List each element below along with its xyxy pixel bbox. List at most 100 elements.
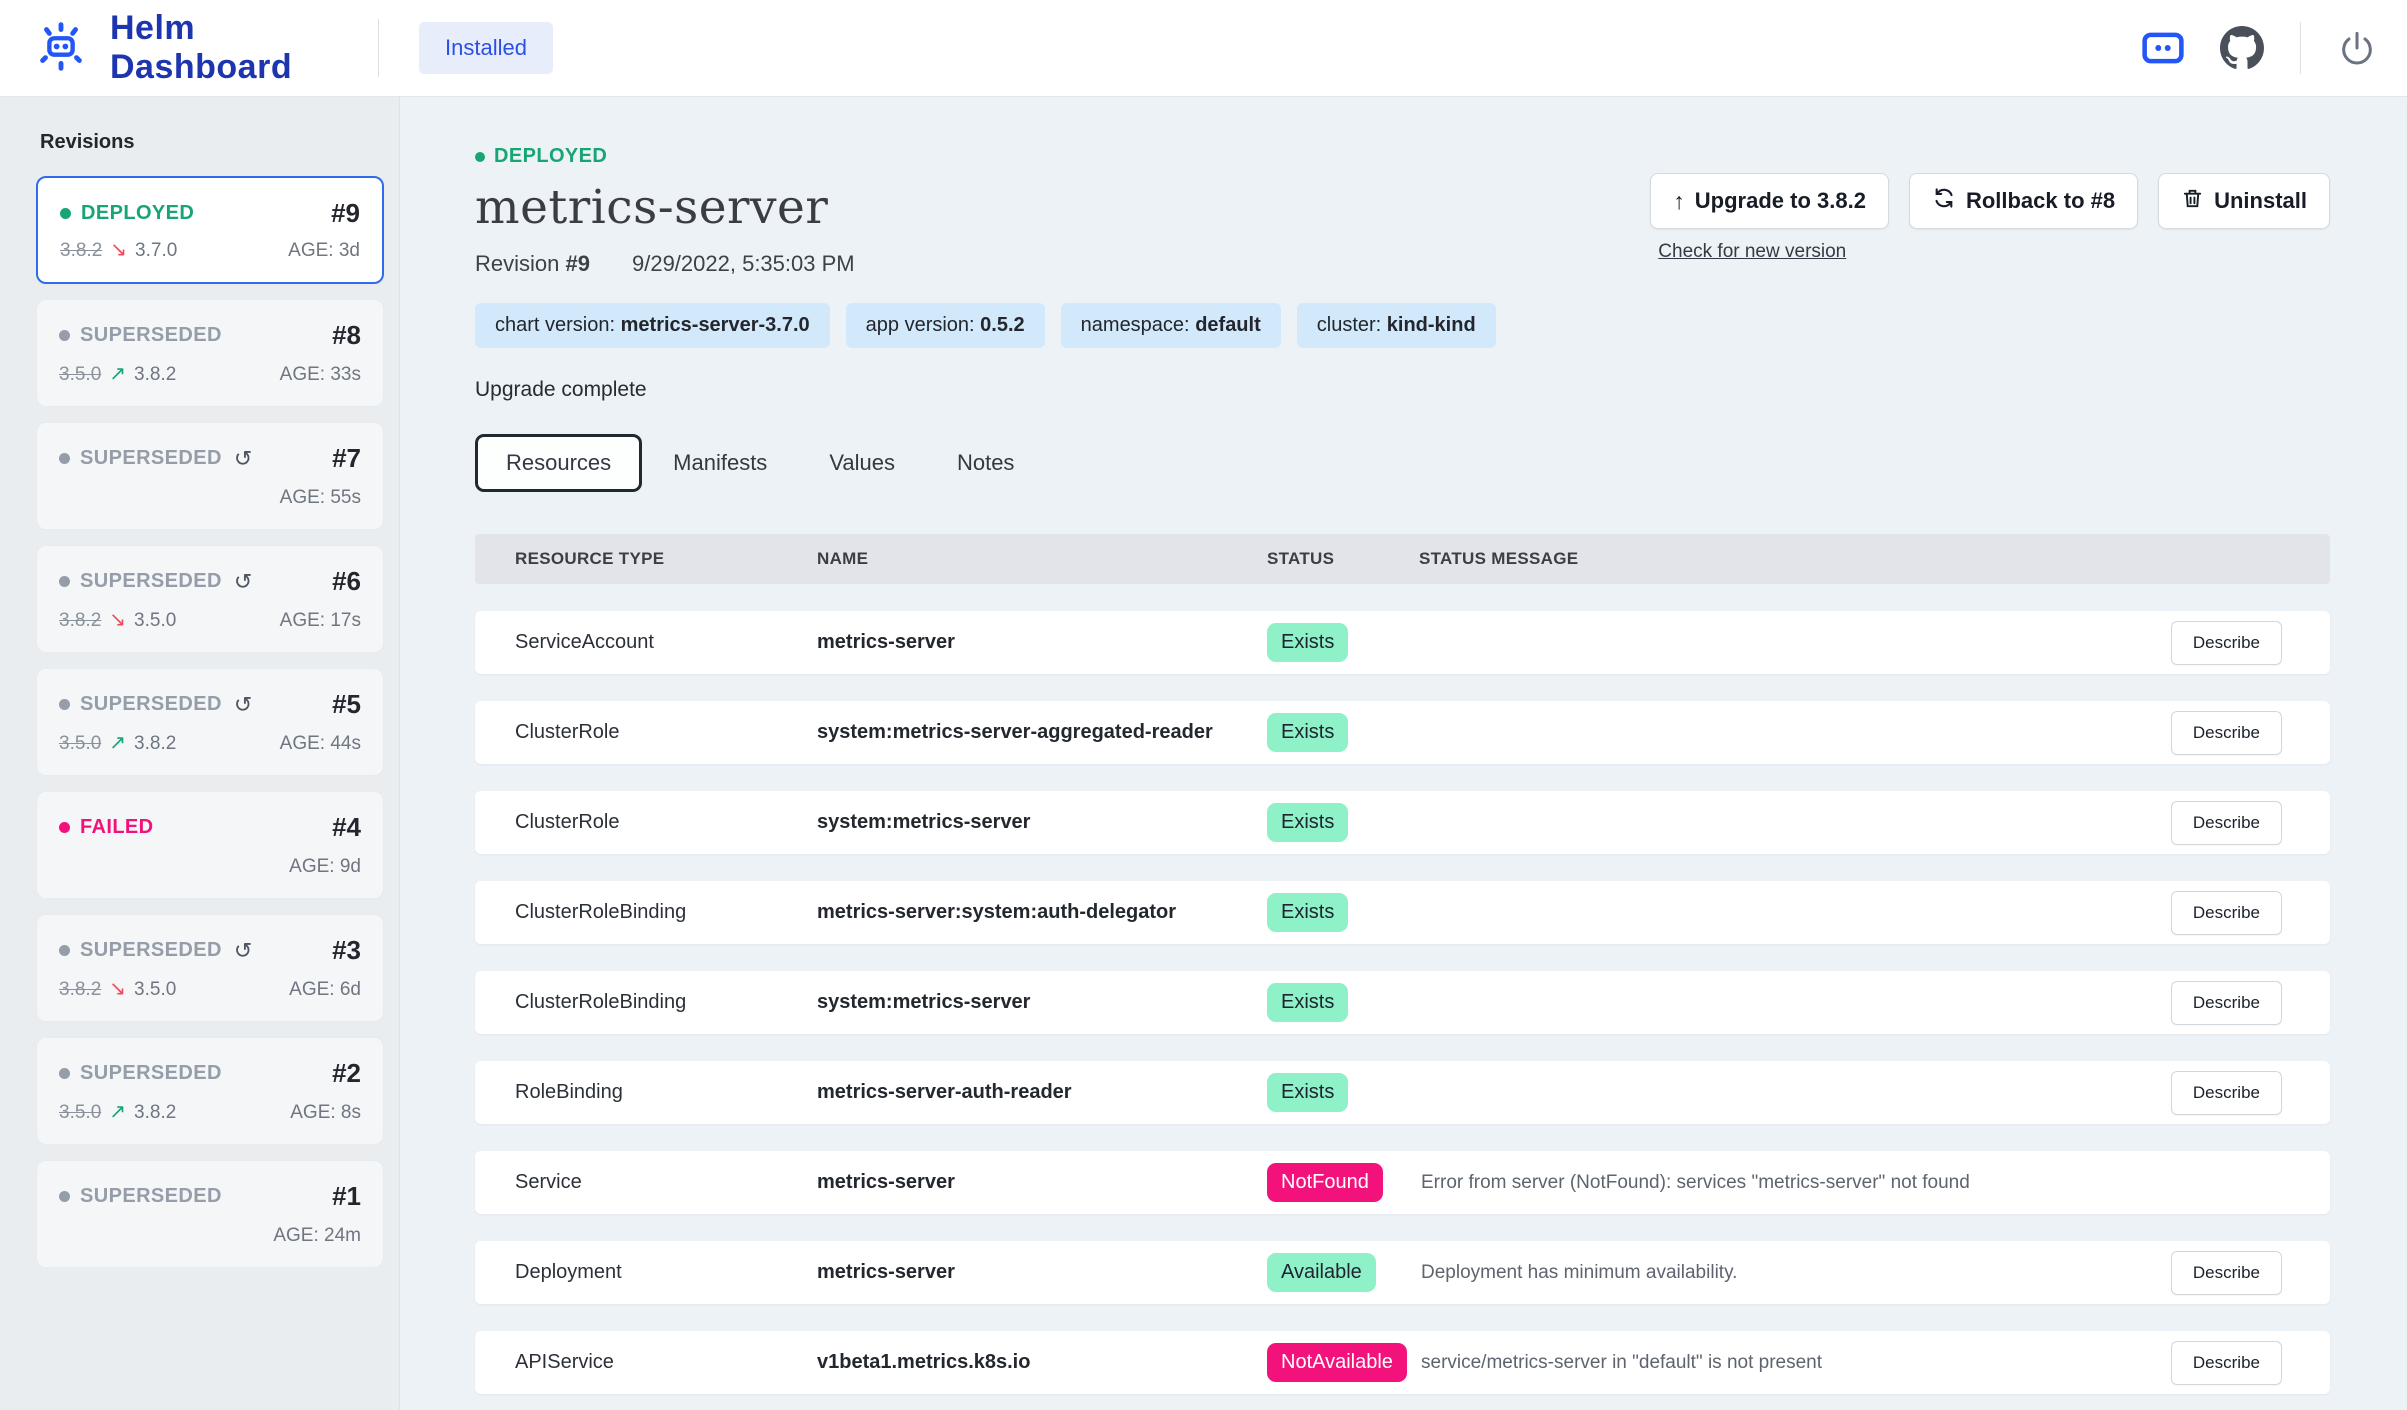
revision-age: AGE: 33s xyxy=(280,364,361,386)
table-row: APIService v1beta1.metrics.k8s.io NotAva… xyxy=(475,1331,2330,1394)
revision-card[interactable]: SUPERSEDED ↺ #6 3.8.2 ↘ 3.5.0 AGE: 17s xyxy=(36,545,384,653)
resource-type-cell: Service xyxy=(515,1171,817,1194)
version-arrow-icon: ↗ xyxy=(109,730,126,755)
header-divider xyxy=(2300,22,2301,74)
status-message-cell: service/metrics-server in "default" is n… xyxy=(1419,1352,2162,1374)
release-date: 9/29/2022, 5:35:03 PM xyxy=(632,251,855,277)
new-version: 3.5.0 xyxy=(134,979,176,1001)
describe-button[interactable]: Describe xyxy=(2171,711,2282,755)
meta-chip: namespace: default xyxy=(1061,303,1281,348)
resource-type-cell: ServiceAccount xyxy=(515,631,817,654)
table-row: RoleBinding metrics-server-auth-reader E… xyxy=(475,1061,2330,1124)
revision-age: AGE: 55s xyxy=(280,487,361,509)
column-header-resource-type: RESOURCE TYPE xyxy=(515,549,817,569)
table-row: ClusterRoleBinding metrics-server:system… xyxy=(475,881,2330,944)
describe-button[interactable]: Describe xyxy=(2171,621,2282,665)
tab[interactable]: Notes xyxy=(926,434,1045,492)
revision-number: #6 xyxy=(332,566,361,597)
status-dot-icon xyxy=(59,453,70,464)
chip-label: app version: xyxy=(866,314,975,336)
status-message-cell: Error from server (NotFound): services "… xyxy=(1419,1172,2162,1194)
revision-card[interactable]: SUPERSEDED ↺ #3 3.8.2 ↘ 3.5.0 AGE: 6d xyxy=(36,914,384,1022)
status-dot-icon xyxy=(59,822,70,833)
version-change: 3.5.0 ↗ 3.8.2 xyxy=(59,361,176,386)
revision-card[interactable]: FAILED ↺ #4 AGE: 9d xyxy=(36,791,384,899)
release-detail-panel: DEPLOYED metrics-server Revision #9 9/29… xyxy=(400,97,2407,1410)
revision-card[interactable]: SUPERSEDED ↺ #7 AGE: 55s xyxy=(36,422,384,530)
describe-button[interactable]: Describe xyxy=(2171,1071,2282,1115)
version-change: 3.8.2 ↘ 3.5.0 xyxy=(59,976,176,1001)
revision-status: SUPERSEDED xyxy=(80,570,222,593)
nav-tab-installed[interactable]: Installed xyxy=(419,22,553,74)
chip-label: cluster: xyxy=(1317,314,1381,336)
upgrade-button[interactable]: ↑ Upgrade to 3.8.2 xyxy=(1650,173,1889,229)
revision-card[interactable]: SUPERSEDED ↺ #8 3.5.0 ↗ 3.8.2 AGE: 33s xyxy=(36,299,384,407)
describe-button[interactable]: Describe xyxy=(2171,891,2282,935)
rollback-button[interactable]: Rollback to #8 xyxy=(1909,173,2138,229)
old-version: 3.5.0 xyxy=(59,364,101,386)
meta-chip: app version: 0.5.2 xyxy=(846,303,1045,348)
revision-number: #9 xyxy=(566,251,590,276)
resource-type-cell: Deployment xyxy=(515,1261,817,1284)
resource-type-cell: APIService xyxy=(515,1351,817,1374)
revision-card[interactable]: SUPERSEDED ↺ #1 AGE: 24m xyxy=(36,1160,384,1268)
resource-name-cell: metrics-server xyxy=(817,631,1267,654)
status-dot-icon xyxy=(59,945,70,956)
check-new-version-link[interactable]: Check for new version xyxy=(1658,241,1846,263)
resource-name-cell: system:metrics-server xyxy=(817,991,1267,1014)
status-dot-icon xyxy=(59,576,70,587)
status-badge: Exists xyxy=(1267,713,1348,752)
revision-card[interactable]: SUPERSEDED ↺ #5 3.5.0 ↗ 3.8.2 AGE: 44s xyxy=(36,668,384,776)
status-message-cell: Deployment has minimum availability. xyxy=(1419,1262,2162,1284)
revision-info: Revision #9 9/29/2022, 5:35:03 PM xyxy=(475,251,855,277)
new-version: 3.8.2 xyxy=(134,733,176,755)
describe-button[interactable]: Describe xyxy=(2171,801,2282,845)
github-icon[interactable] xyxy=(2220,26,2264,70)
tab[interactable]: Resources xyxy=(475,434,642,492)
revision-status: SUPERSEDED xyxy=(80,939,222,962)
resource-type-cell: ClusterRoleBinding xyxy=(515,901,817,924)
page-title: metrics-server xyxy=(475,180,855,235)
status-dot-icon xyxy=(60,208,71,219)
version-change: 3.8.2 ↘ 3.5.0 xyxy=(59,607,176,632)
table-header-row: RESOURCE TYPE NAME STATUS STATUS MESSAGE xyxy=(475,534,2330,584)
status-dot-icon xyxy=(59,1191,70,1202)
describe-button[interactable]: Describe xyxy=(2171,1251,2282,1295)
revision-card[interactable]: SUPERSEDED ↺ #2 3.5.0 ↗ 3.8.2 AGE: 8s xyxy=(36,1037,384,1145)
table-row: ClusterRoleBinding system:metrics-server… xyxy=(475,971,2330,1034)
revision-number: #5 xyxy=(332,689,361,720)
resource-name-cell: metrics-server-auth-reader xyxy=(817,1081,1267,1104)
status-badge: Available xyxy=(1267,1253,1376,1292)
robot-logo-icon xyxy=(30,15,92,82)
resource-name-cell: system:metrics-server-aggregated-reader xyxy=(817,721,1267,744)
revision-status: SUPERSEDED xyxy=(80,447,222,470)
revision-age: AGE: 9d xyxy=(289,856,361,878)
revision-status: SUPERSEDED xyxy=(80,693,222,716)
tab[interactable]: Manifests xyxy=(642,434,798,492)
revision-number: #3 xyxy=(332,935,361,966)
robot-face-icon[interactable] xyxy=(2142,31,2184,65)
resource-type-cell: ClusterRole xyxy=(515,721,817,744)
resource-name-cell: system:metrics-server xyxy=(817,811,1267,834)
describe-button[interactable]: Describe xyxy=(2171,1341,2282,1385)
revision-age: AGE: 17s xyxy=(280,610,361,632)
revision-status: SUPERSEDED xyxy=(80,1185,222,1208)
power-icon[interactable] xyxy=(2337,28,2377,68)
chip-label: chart version: xyxy=(495,314,615,336)
tab[interactable]: Values xyxy=(798,434,926,492)
uninstall-button[interactable]: Uninstall xyxy=(2158,173,2330,229)
status-badge: Exists xyxy=(1267,1073,1348,1112)
revision-card[interactable]: DEPLOYED ↺ #9 3.8.2 ↘ 3.7.0 AGE: 3d xyxy=(36,176,384,284)
table-row: Service metrics-server NotFound Error fr… xyxy=(475,1151,2330,1214)
status-badge: NotAvailable xyxy=(1267,1343,1407,1382)
up-arrow-icon: ↑ xyxy=(1673,188,1685,215)
version-change: 3.8.2 ↘ 3.7.0 xyxy=(60,237,177,262)
new-version: 3.8.2 xyxy=(134,364,176,386)
app-logo-home-link[interactable]: Helm Dashboard xyxy=(30,9,378,87)
describe-button[interactable]: Describe xyxy=(2171,981,2282,1025)
revision-age: AGE: 3d xyxy=(288,240,360,262)
version-arrow-icon: ↘ xyxy=(110,237,127,262)
resource-type-cell: RoleBinding xyxy=(515,1081,817,1104)
table-row: ClusterRole system:metrics-server Exists… xyxy=(475,791,2330,854)
status-badge: Exists xyxy=(1267,803,1348,842)
